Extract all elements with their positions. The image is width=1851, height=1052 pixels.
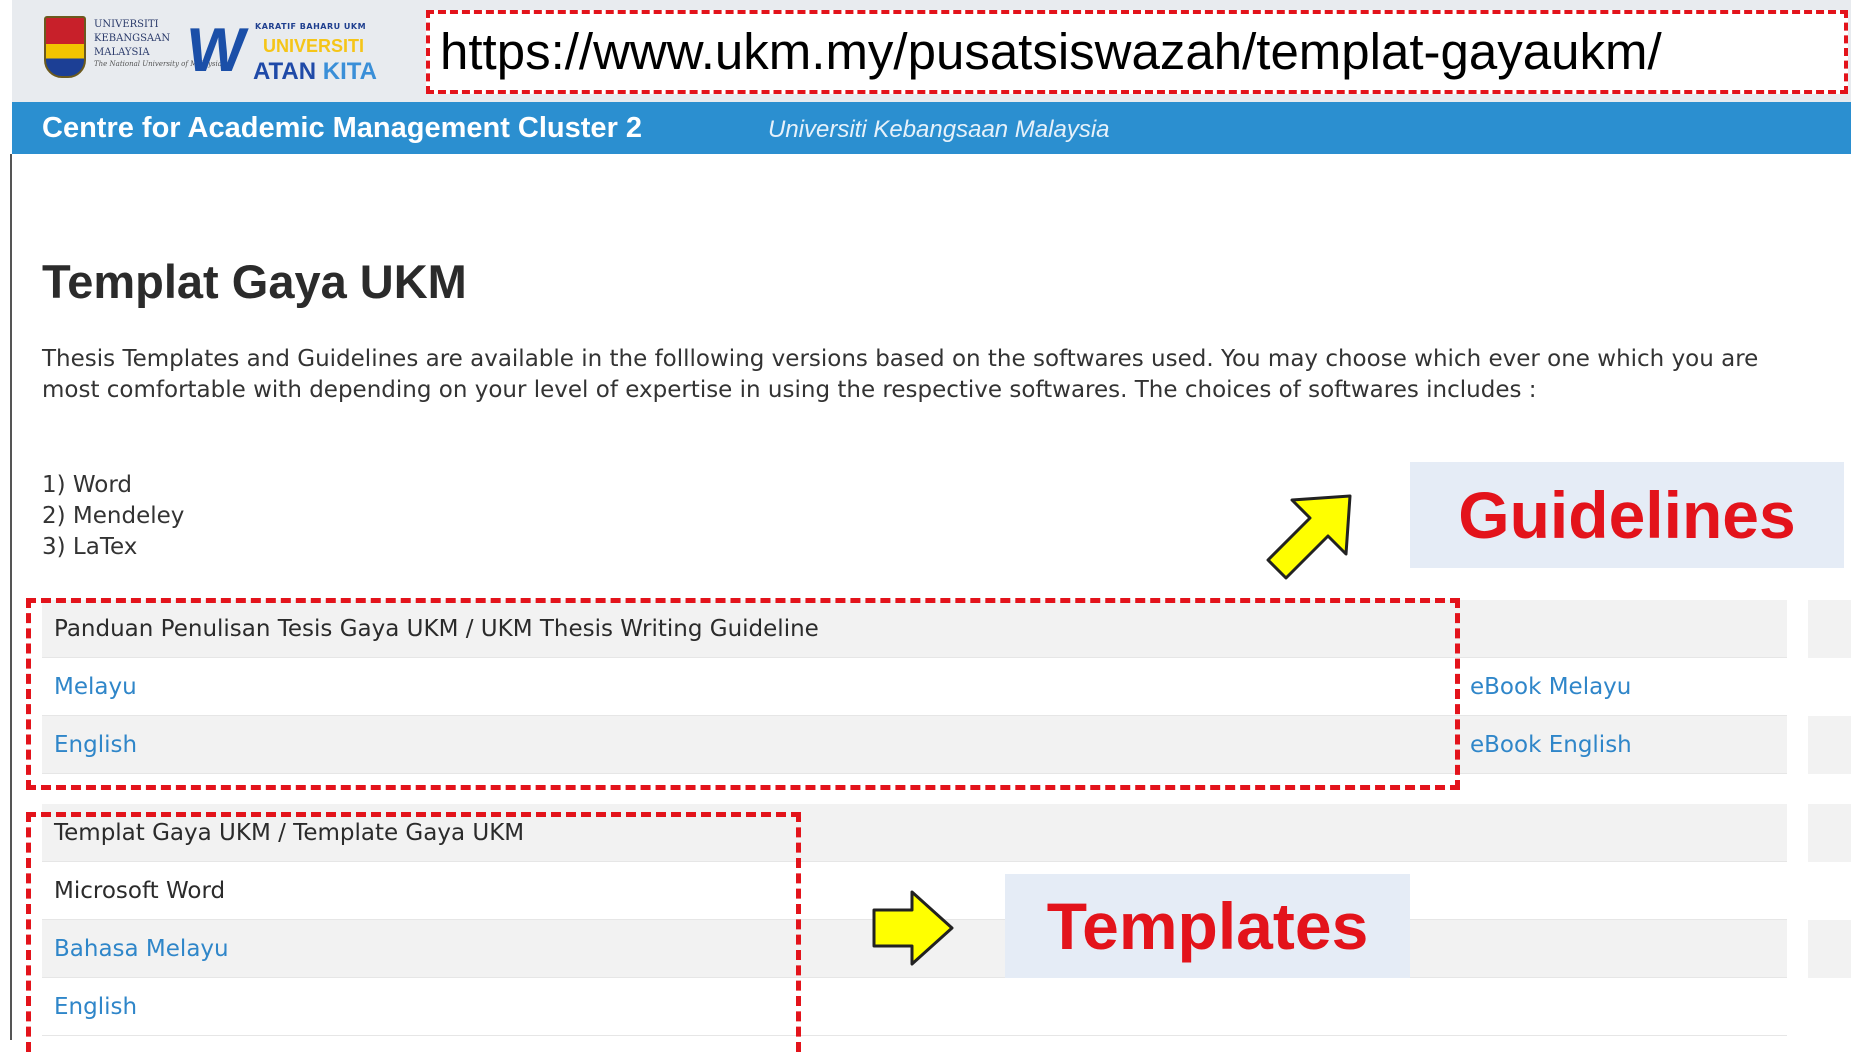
guidelines-highlight-box — [26, 598, 1460, 790]
ukm-logo[interactable]: UNIVERSITI KEBANGSAAN MALAYSIA The Natio… — [44, 16, 222, 84]
arrow-up-right-icon — [1266, 494, 1352, 580]
table-edge — [1808, 600, 1851, 658]
site-subtitle: Universiti Kebangsaan Malaysia — [768, 116, 1110, 143]
ebook-english-link[interactable]: eBook English — [1470, 729, 1632, 761]
templates-highlight-box — [26, 812, 801, 1052]
software-list: 1) Word 2) Mendeley 3) LaTex — [42, 470, 184, 563]
list-item: 3) LaTex — [42, 534, 138, 560]
page-url[interactable]: https://www.ukm.my/pusatsiswazah/templat… — [440, 22, 1662, 82]
table-edge — [1808, 716, 1851, 774]
watan-kita-logo: KARATIF BAHARU UKM W UNIVERSITI ATAN KIT… — [182, 16, 377, 85]
list-item: 2) Mendeley — [42, 503, 185, 529]
table-edge — [1808, 804, 1851, 862]
site-title[interactable]: Centre for Academic Management Cluster 2 — [42, 110, 642, 146]
intro-paragraph: Thesis Templates and Guidelines are avai… — [42, 346, 1759, 403]
ukm-crest-icon — [44, 16, 86, 78]
templates-callout: Templates — [1005, 874, 1410, 978]
ebook-melayu-link[interactable]: eBook Melayu — [1470, 671, 1631, 703]
guidelines-callout: Guidelines — [1410, 462, 1844, 568]
list-item: 1) Word — [42, 472, 133, 498]
arrow-right-icon — [872, 890, 954, 966]
university-name: UNIVERSITI KEBANGSAAN MALAYSIA The Natio… — [94, 19, 222, 68]
table-edge — [1808, 920, 1851, 978]
content-border — [10, 154, 12, 1040]
page-title: Templat Gaya UKM — [42, 255, 467, 308]
